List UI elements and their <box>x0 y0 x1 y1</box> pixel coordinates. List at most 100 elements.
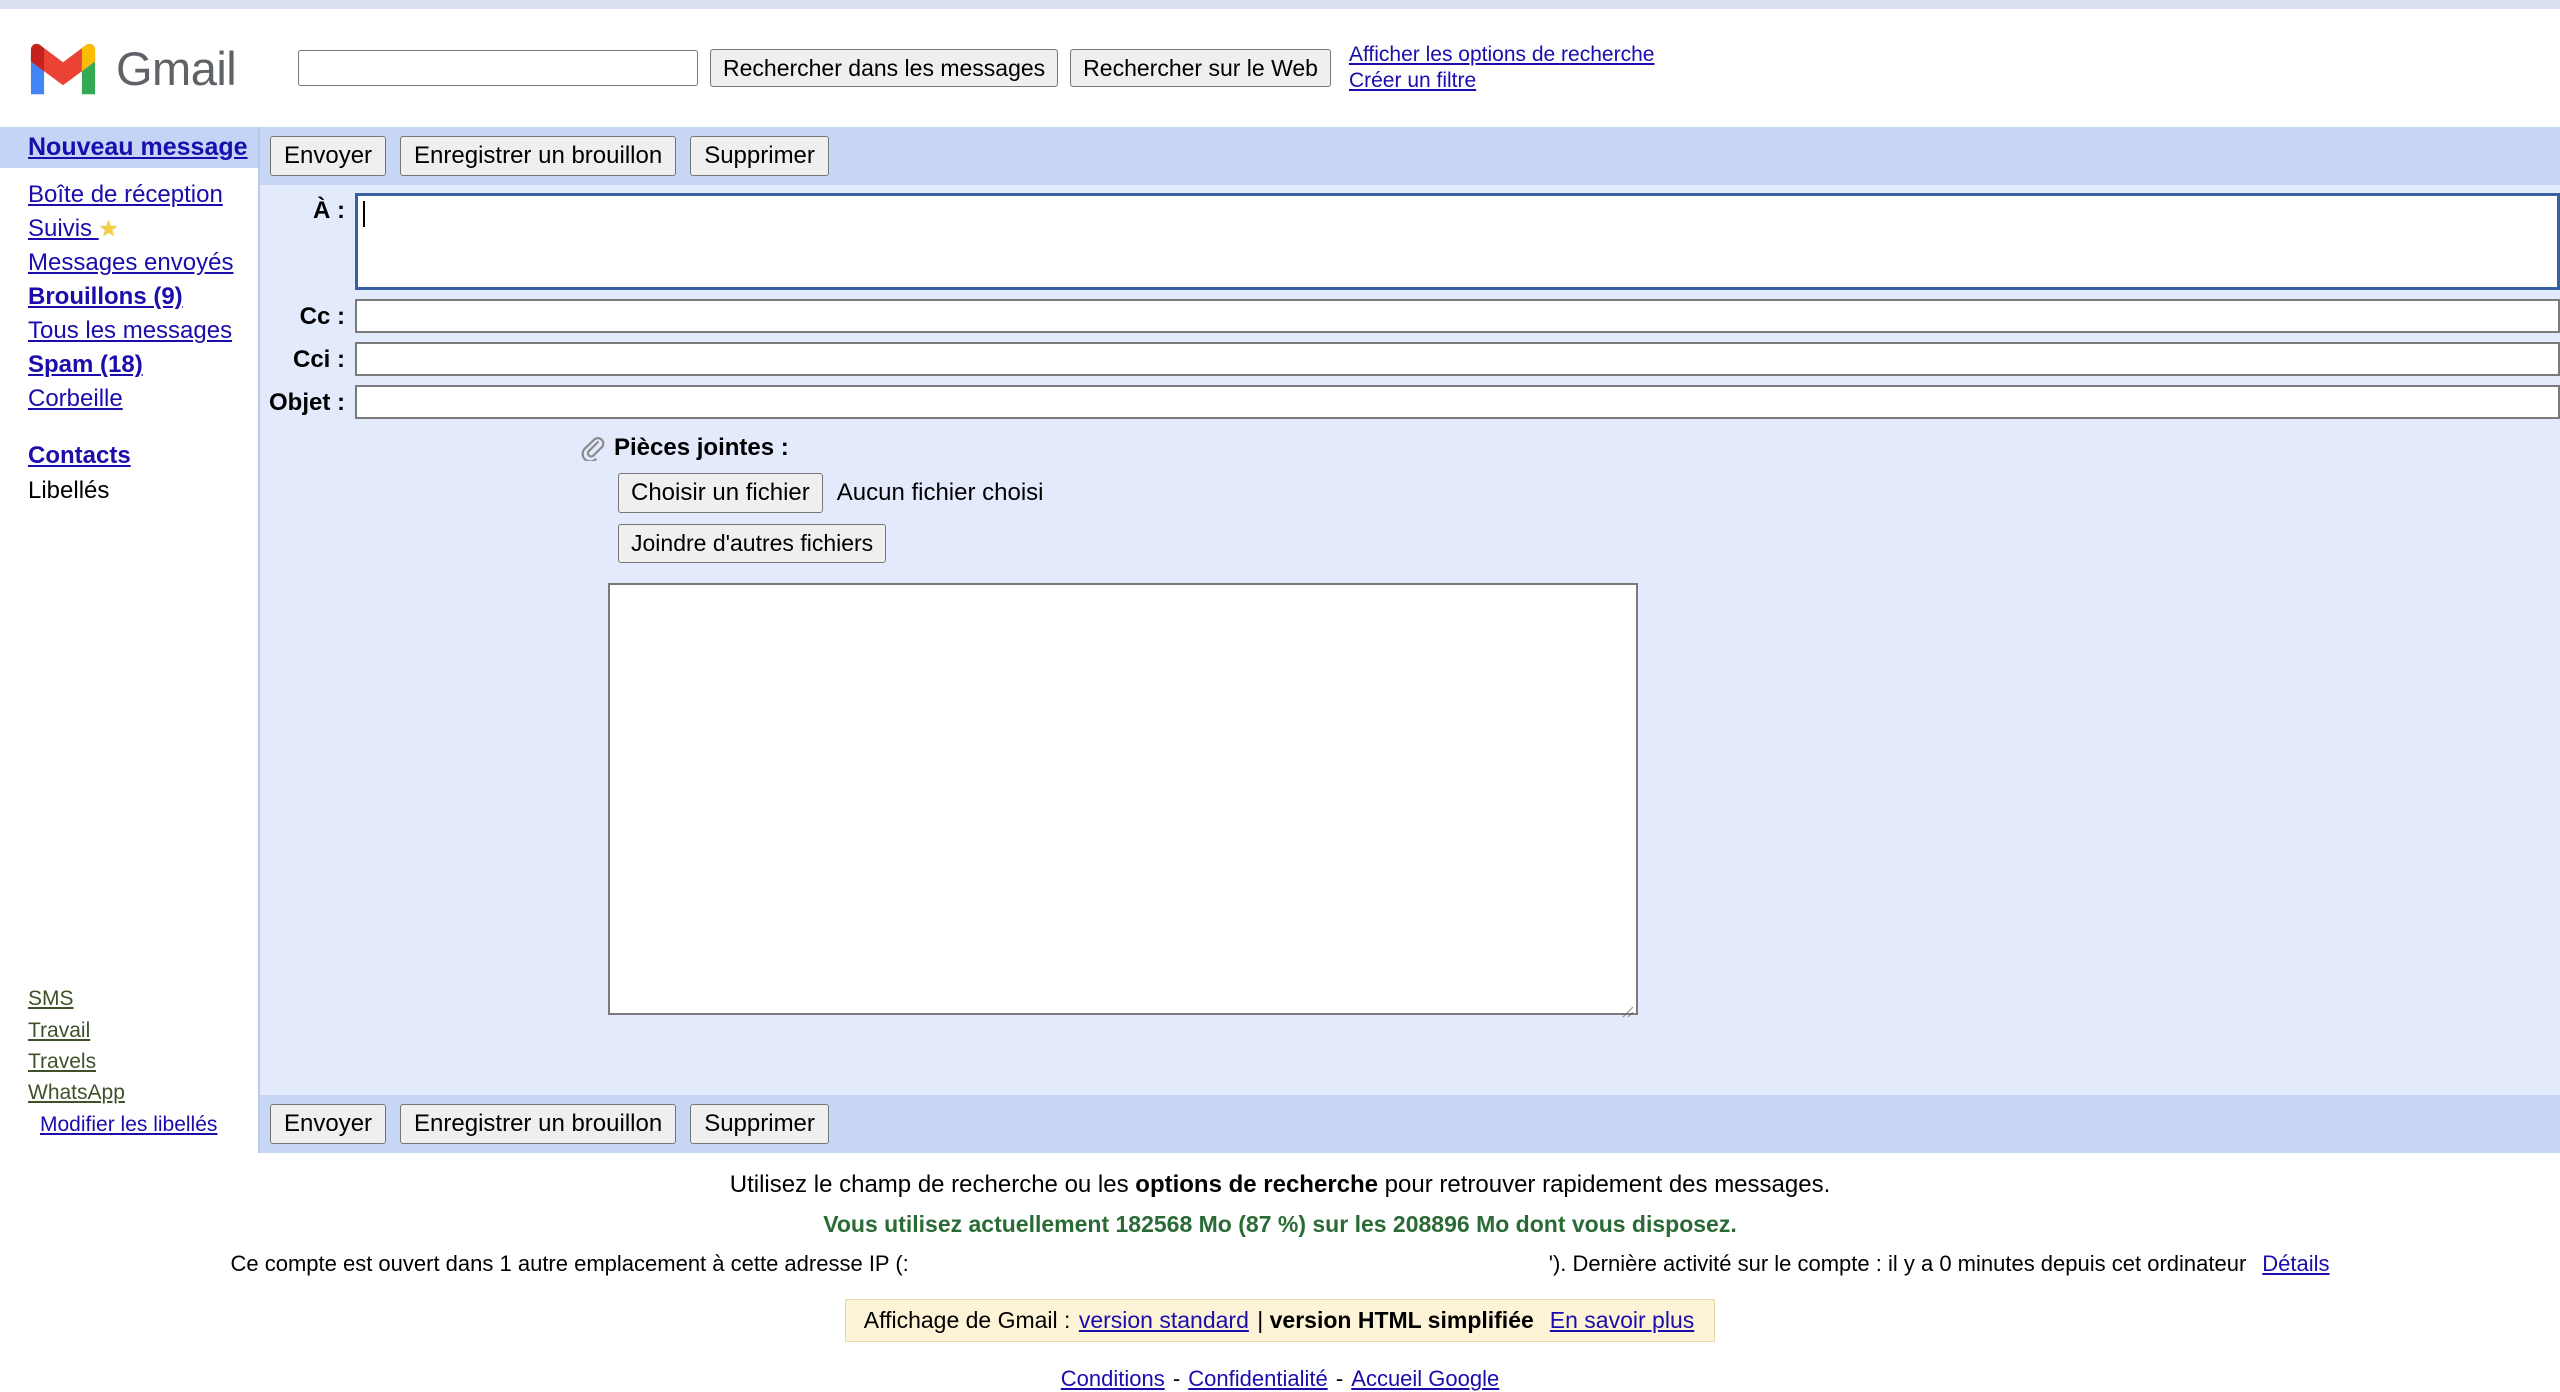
sidebar-item-inbox[interactable]: Boîte de réception <box>28 178 258 212</box>
search-web-button[interactable]: Rechercher sur le Web <box>1070 48 1331 88</box>
discard-button[interactable]: Supprimer <box>690 136 829 176</box>
search-tip: Utilisez le champ de recherche ou les op… <box>0 1171 2560 1199</box>
sidebar-item-label[interactable]: Tous les messages <box>28 317 232 344</box>
to-input[interactable] <box>355 193 2560 290</box>
no-file-chosen-text: Aucun fichier choisi <box>836 479 1044 506</box>
sidebar-item-all-mail[interactable]: Tous les messages <box>28 314 258 348</box>
sidebar-item-compose[interactable]: Nouveau message <box>0 127 258 168</box>
gmail-wordmark: Gmail <box>116 41 237 95</box>
attach-more-files-button[interactable]: Joindre d'autres fichiers <box>618 524 887 563</box>
bcc-row: Cci : <box>260 342 2560 376</box>
show-search-options-link[interactable]: Afficher les options de recherche <box>1349 42 1654 68</box>
sidebar-label-text[interactable]: WhatsApp <box>28 1081 125 1104</box>
sidebar: Nouveau message Boîte de réception Suivi… <box>0 127 258 1153</box>
search-links: Afficher les options de recherche Créer … <box>1349 42 1654 94</box>
footer-sep-2: - <box>1329 1366 1350 1391</box>
paperclip-icon <box>580 435 606 463</box>
edit-labels-row[interactable]: Modifier les libellés <box>28 1108 217 1139</box>
to-label: À : <box>313 197 345 224</box>
compose-panel: Envoyer Enregistrer un brouillon Supprim… <box>258 127 2560 1153</box>
current-display-mode: version HTML simplifiée <box>1269 1307 1534 1333</box>
footer-links: Conditions - Confidentialité - Accueil G… <box>0 1366 2560 1392</box>
discard-button-bottom[interactable]: Supprimer <box>690 1104 829 1144</box>
attachments-title: Pièces jointes : <box>614 434 789 461</box>
sidebar-label-travels[interactable]: Travels <box>28 1045 217 1076</box>
sidebar-item-spam[interactable]: Spam (18) <box>28 348 258 382</box>
sidebar-label-travail[interactable]: Travail <box>28 1014 217 1045</box>
search-tip-bold: options de recherche <box>1135 1171 1379 1198</box>
footer-sep-1: - <box>1166 1366 1187 1391</box>
activity-prefix: Ce compte est ouvert dans 1 autre emplac… <box>230 1251 909 1276</box>
choose-file-button[interactable]: Choisir un fichier <box>618 473 823 513</box>
sidebar-item-label[interactable]: Messages envoyés <box>28 249 233 276</box>
bcc-input[interactable] <box>355 342 2560 376</box>
message-body-input[interactable] <box>608 582 1638 1018</box>
to-row: À : <box>260 193 2560 290</box>
search-input[interactable] <box>298 50 698 86</box>
top-strip <box>0 0 2560 9</box>
resize-handle-icon[interactable] <box>1620 997 1634 1018</box>
sidebar-item-label[interactable]: Corbeille <box>28 385 123 412</box>
sidebar-label-text[interactable]: SMS <box>28 987 74 1010</box>
compose-toolbar-bottom: Envoyer Enregistrer un brouillon Supprim… <box>260 1095 2560 1153</box>
sidebar-nav-list: Boîte de réception Suivis ★ Messages env… <box>0 168 258 473</box>
sidebar-item-label[interactable]: Spam (18) <box>28 351 143 378</box>
sidebar-item-trash[interactable]: Corbeille <box>28 382 258 416</box>
privacy-link[interactable]: Confidentialité <box>1188 1366 1327 1391</box>
edit-labels-link[interactable]: Modifier les libellés <box>40 1113 217 1136</box>
send-button[interactable]: Envoyer <box>270 136 387 176</box>
main-area: Nouveau message Boîte de réception Suivi… <box>0 127 2560 1153</box>
sidebar-item-label[interactable]: Suivis <box>28 215 99 242</box>
create-filter-link[interactable]: Créer un filtre <box>1349 68 1654 94</box>
attachments-section: Pièces jointes : Choisir un fichier Aucu… <box>260 434 2560 563</box>
display-mode-banner: Affichage de Gmail : version standard | … <box>844 1299 1716 1342</box>
sidebar-label-text[interactable]: Travail <box>28 1019 90 1042</box>
activity-suffix: '). Dernière activité sur le compte : il… <box>1548 1251 2247 1276</box>
attach-more-row: Joindre d'autres fichiers <box>618 524 2560 563</box>
sidebar-item-label[interactable]: Boîte de réception <box>28 181 223 208</box>
cc-label: Cc : <box>299 303 345 330</box>
sidebar-label-whatsapp[interactable]: WhatsApp <box>28 1076 217 1107</box>
star-icon: ★ <box>98 216 119 242</box>
bcc-label: Cci : <box>292 346 345 373</box>
gmail-m-icon <box>26 40 100 96</box>
sidebar-labels-heading: Libellés <box>28 476 110 504</box>
gmail-logo[interactable]: Gmail <box>26 40 298 96</box>
text-caret <box>363 201 365 227</box>
sidebar-item-drafts[interactable]: Brouillons (9) <box>28 280 258 314</box>
sidebar-labels-list: SMS Travail Travels WhatsApp Modifier le… <box>28 982 217 1139</box>
subject-input[interactable] <box>355 385 2560 419</box>
search-tip-prefix: Utilisez le champ de recherche ou les <box>729 1171 1136 1198</box>
choose-file-row: Choisir un fichier Aucun fichier choisi <box>618 473 2560 513</box>
attachments-title-row: Pièces jointes : <box>0 434 2560 463</box>
storage-usage-text: Vous utilisez actuellement 182568 Mo (87… <box>823 1211 1737 1237</box>
learn-more-link[interactable]: En savoir plus <box>1550 1307 1694 1333</box>
compose-fields: À : Cc : Cci : Objet : <box>260 185 2560 428</box>
display-separator: | <box>1250 1307 1270 1333</box>
display-prefix: Affichage de Gmail : <box>863 1307 1077 1333</box>
subject-label: Objet : <box>269 389 345 416</box>
search-area: Rechercher dans les messages Rechercher … <box>298 42 1654 94</box>
search-messages-button[interactable]: Rechercher dans les messages <box>710 48 1059 88</box>
search-tip-suffix: pour retrouver rapidement des messages. <box>1378 1171 1831 1198</box>
page-header: Gmail Rechercher dans les messages Reche… <box>0 9 2560 127</box>
send-button-bottom[interactable]: Envoyer <box>270 1104 387 1144</box>
cc-row: Cc : <box>260 299 2560 333</box>
account-activity-row: Ce compte est ouvert dans 1 autre emplac… <box>0 1251 2560 1277</box>
sidebar-label-sms[interactable]: SMS <box>28 982 217 1013</box>
sidebar-item-label[interactable]: Brouillons (9) <box>28 283 183 310</box>
page-footer: Utilisez le champ de recherche ou les op… <box>0 1153 2560 1392</box>
save-draft-button-bottom[interactable]: Enregistrer un brouillon <box>400 1104 677 1144</box>
terms-link[interactable]: Conditions <box>1061 1366 1165 1391</box>
message-body-area <box>608 582 2560 1018</box>
save-draft-button[interactable]: Enregistrer un brouillon <box>400 136 677 176</box>
compose-toolbar-top: Envoyer Enregistrer un brouillon Supprim… <box>260 127 2560 185</box>
activity-details-link[interactable]: Détails <box>2262 1251 2329 1277</box>
standard-version-link[interactable]: version standard <box>1079 1307 1249 1333</box>
google-home-link[interactable]: Accueil Google <box>1351 1366 1499 1391</box>
sidebar-item-sent[interactable]: Messages envoyés <box>28 246 258 280</box>
sidebar-item-starred[interactable]: Suivis ★ <box>28 212 258 246</box>
cc-input[interactable] <box>355 299 2560 333</box>
sidebar-label-text[interactable]: Travels <box>28 1050 96 1073</box>
sidebar-compose-label[interactable]: Nouveau message <box>28 133 248 161</box>
